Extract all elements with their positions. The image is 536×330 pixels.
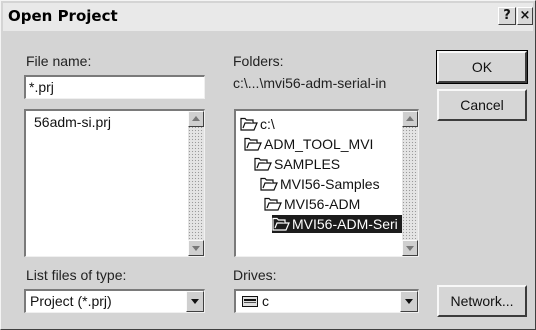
list-item[interactable]: 56adm-si.prj xyxy=(34,114,111,130)
close-button[interactable]: × xyxy=(517,7,533,25)
scroll-down-arrow-icon[interactable] xyxy=(188,240,204,256)
file-type-label: List files of type: xyxy=(26,267,127,283)
file-type-value: Project (*.prj) xyxy=(30,293,112,309)
drive-value: c xyxy=(262,293,269,309)
drives-label: Drives: xyxy=(233,267,277,283)
network-button[interactable]: Network... xyxy=(437,285,527,317)
file-name-input[interactable]: *.prj xyxy=(24,75,205,99)
scroll-up-arrow-icon[interactable] xyxy=(402,111,418,127)
folder-tree-label: ADM_TOOL_MVI xyxy=(264,136,374,152)
scroll-up-arrow-icon[interactable] xyxy=(188,111,204,127)
folder-tree-label: SAMPLES xyxy=(274,156,341,172)
folder-tree-label: MVI56-ADM-Seri xyxy=(292,216,398,232)
folder-tree-item[interactable]: c:\ xyxy=(240,115,382,133)
help-button[interactable]: ? xyxy=(498,7,516,25)
folder-tree[interactable]: c:\ ADM_TOOL_MVI SAMPLES MVI56-Samples MVI56… xyxy=(234,109,419,257)
window-title: Open Project xyxy=(8,7,118,25)
file-type-select[interactable]: Project (*.prj) xyxy=(24,289,205,313)
ok-button[interactable]: OK xyxy=(436,50,528,84)
folder-tree-item[interactable]: MVI56-Samples xyxy=(260,175,382,193)
file-name-value: *.prj xyxy=(29,79,54,95)
file-name-label: File name: xyxy=(26,53,92,69)
open-project-dialog: Open Project ? × File name: *.prj 56adm-… xyxy=(0,0,536,330)
folder-tree-item[interactable]: MVI56-ADM xyxy=(264,195,382,213)
folder-tree-item[interactable]: SAMPLES xyxy=(254,155,382,173)
title-bar: Open Project ? × xyxy=(3,3,533,31)
chevron-down-icon xyxy=(191,299,199,304)
folder-tree-label: MVI56-ADM xyxy=(284,196,361,212)
drives-select[interactable]: c xyxy=(234,289,419,313)
current-folder-path: c:\...\mvi56-adm-serial-in xyxy=(233,75,387,91)
folder-tree-label: c:\ xyxy=(260,116,275,132)
chevron-down-icon xyxy=(405,299,413,304)
file-type-dropdown-button[interactable] xyxy=(186,291,204,312)
folder-tree-item[interactable]: ADM_TOOL_MVI xyxy=(244,135,382,153)
folder-tree-item[interactable]: MVI56-ADM-Seri xyxy=(272,215,402,233)
drive-icon xyxy=(242,296,258,307)
folder-tree-label: MVI56-Samples xyxy=(280,176,380,192)
cancel-button[interactable]: Cancel xyxy=(437,89,527,121)
folder-tree-scrollbar[interactable] xyxy=(402,111,418,256)
folders-label: Folders: xyxy=(233,53,284,69)
file-list[interactable]: 56adm-si.prj xyxy=(24,109,205,257)
drives-dropdown-button[interactable] xyxy=(400,291,418,312)
file-list-scrollbar[interactable] xyxy=(188,111,204,256)
scroll-down-arrow-icon[interactable] xyxy=(402,240,418,256)
